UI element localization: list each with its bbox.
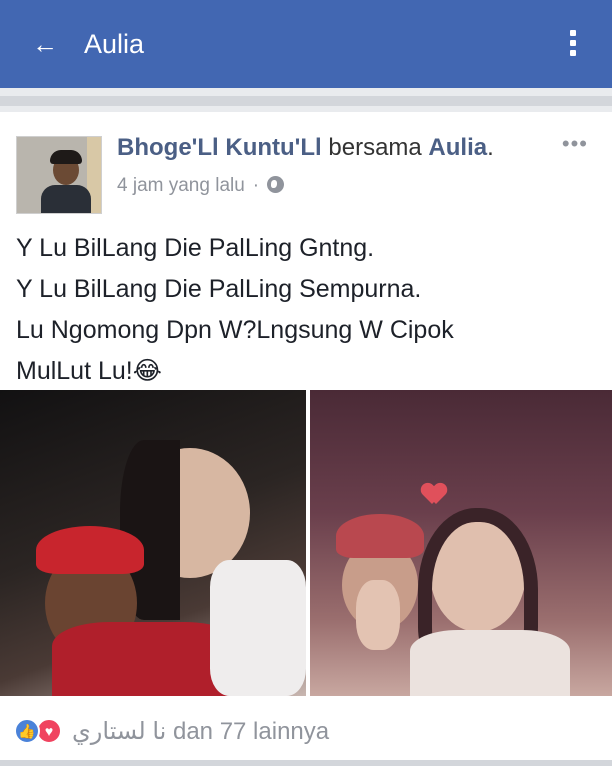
thumbs-up-icon: 👍	[14, 718, 40, 744]
post-header: Bhoge'Ll Kuntu'Ll bersama Aulia.	[117, 133, 494, 163]
more-horizontal-icon[interactable]: •••	[562, 133, 588, 155]
post-meta: 4 jam yang lalu ·	[117, 174, 285, 198]
photo-grid	[0, 390, 612, 696]
meta-separator: ·	[252, 175, 260, 196]
page-title: Aulia	[84, 29, 145, 59]
app-bar: ← Aulia	[0, 0, 612, 88]
post-text: Y Lu BilLang Die PalLing Gntng. Y Lu Bil…	[16, 228, 596, 392]
post-timestamp[interactable]: 4 jam yang lalu	[117, 175, 245, 196]
post-text-line: Y Lu BilLang Die PalLing Sempurna.	[16, 275, 422, 303]
more-vertical-icon[interactable]	[568, 30, 578, 64]
separator-strip	[0, 88, 612, 110]
reactions-bar[interactable]: 👍 ♥ نا لستاري dan 77 lainnya	[0, 698, 612, 766]
author-name-link[interactable]: Bhoge'Ll Kuntu'Ll	[117, 134, 322, 161]
back-arrow-icon[interactable]: ←	[32, 30, 58, 58]
heart-sticker-icon	[422, 484, 446, 506]
post-text-line: MulLut Lu!😂	[16, 357, 162, 385]
bottom-divider	[0, 760, 612, 766]
post-card: Bhoge'Ll Kuntu'Ll bersama Aulia. 4 jam y…	[0, 112, 612, 766]
author-avatar[interactable]	[16, 136, 102, 214]
photo-2[interactable]	[310, 390, 612, 696]
globe-icon	[267, 176, 285, 193]
with-word: bersama	[328, 134, 422, 161]
post-text-line: Y Lu BilLang Die PalLing Gntng.	[16, 234, 375, 262]
tagged-suffix: .	[487, 134, 494, 161]
post-text-line: Lu Ngomong Dpn W?Lngsung W Cipok	[16, 316, 454, 344]
tagged-name-link[interactable]: Aulia	[428, 134, 487, 161]
reactions-summary[interactable]: نا لستاري dan 77 lainnya	[72, 717, 329, 747]
photo-1[interactable]	[0, 390, 306, 696]
